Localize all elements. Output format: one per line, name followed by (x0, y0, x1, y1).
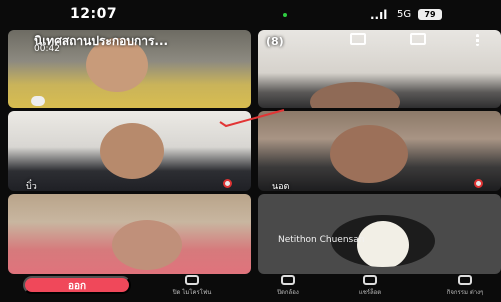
participant-name: นอต (272, 182, 290, 191)
status-bar: 12:07 ..ıl 5G 79 (0, 0, 501, 28)
signal-icon: ..ıl (370, 8, 388, 22)
camera-icon (281, 275, 295, 285)
participant-tile[interactable] (8, 194, 251, 274)
participant-name: Netithon Chuensan (278, 235, 365, 245)
participant-video (310, 82, 400, 108)
control-label: ปิด ไมโครโฟน (172, 289, 212, 296)
mic-off-icon (223, 179, 232, 188)
meeting-duration: 00:42 (34, 44, 60, 54)
share-button[interactable]: แชร์ล็อต (345, 275, 395, 301)
camera-off-button[interactable]: ปิดกล้อง (263, 275, 313, 301)
share-icon (363, 275, 377, 285)
participant-count[interactable]: (8) (266, 35, 284, 48)
participant-tile[interactable]: นอต (258, 111, 501, 191)
battery-icon: 79 (418, 9, 442, 20)
annotation-arrow-icon (219, 109, 285, 128)
network-type: 5G (397, 9, 412, 20)
activities-icon (458, 275, 472, 285)
participant-tile[interactable]: บิ๋ว (8, 111, 251, 191)
participant-video (330, 125, 408, 183)
control-label: กิจกรรม ต่างๆ (446, 289, 484, 296)
microphone-icon (185, 275, 199, 285)
participant-name: บิ๋ว (26, 182, 37, 191)
more-icon[interactable] (476, 34, 479, 46)
participant-video (100, 123, 164, 179)
mic-off-icon (474, 179, 483, 188)
mute-microphone-button[interactable]: ปิด ไมโครโฟน (167, 275, 217, 301)
control-label: แชร์ล็อต (358, 289, 382, 296)
active-indicator-dot (283, 13, 287, 17)
reaction-icon[interactable] (31, 96, 45, 106)
camera-switch-icon[interactable] (410, 33, 426, 45)
leave-button[interactable]: ออก (23, 276, 131, 294)
status-time: 12:07 (70, 6, 118, 22)
control-label: ปิดกล้อง (277, 289, 299, 296)
participant-video (112, 220, 182, 270)
participant-tile[interactable] (258, 30, 501, 108)
activities-button[interactable]: กิจกรรม ต่างๆ (440, 275, 490, 301)
chat-icon[interactable] (350, 33, 366, 45)
video-call-screen: 12:07 ..ıl 5G 79 นิเทศสถานประกอบการ... 0… (0, 0, 501, 302)
